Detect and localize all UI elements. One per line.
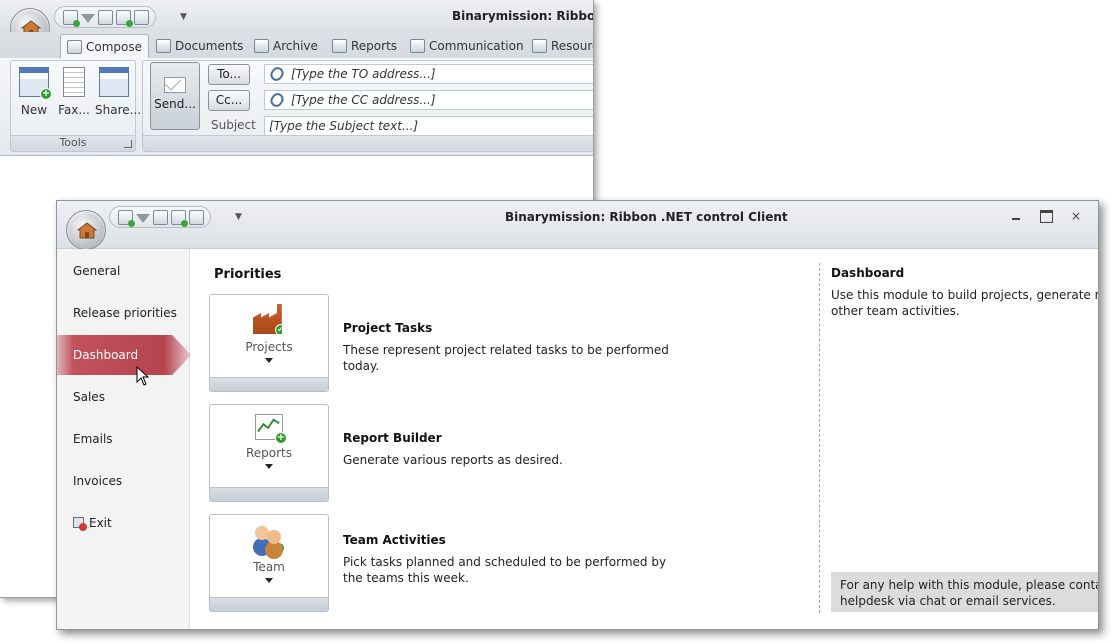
tab-reports[interactable]: Reports bbox=[326, 34, 403, 58]
sidebar-item-dashboard[interactable]: Dashboard bbox=[57, 335, 191, 375]
tab-compose[interactable]: Compose bbox=[60, 34, 150, 58]
team-button[interactable]: ✓ Team bbox=[209, 514, 329, 612]
preview-icon[interactable] bbox=[189, 209, 204, 225]
reports-button[interactable]: + Reports bbox=[209, 404, 329, 502]
new-window-icon: + bbox=[19, 67, 52, 100]
tab-communication[interactable]: Communication bbox=[404, 34, 530, 58]
tools-group: + New Fax... Share... Tools bbox=[10, 60, 141, 152]
cc-button[interactable]: Cc... bbox=[208, 90, 250, 111]
preview-icon[interactable] bbox=[134, 9, 149, 25]
add-icon[interactable] bbox=[171, 209, 188, 227]
front-window-title: Binarymission: Ribbon .NET control Clien… bbox=[505, 210, 788, 224]
priorities-title: Priorities bbox=[214, 267, 282, 282]
back-window-title: Binarymission: Ribbon .N bbox=[452, 9, 593, 23]
refresh-icon[interactable] bbox=[63, 9, 80, 27]
tab-archive[interactable]: Archive bbox=[248, 34, 324, 58]
chevron-down-icon bbox=[265, 358, 273, 363]
reports-icon bbox=[332, 39, 347, 53]
chevron-down-icon bbox=[265, 464, 273, 469]
sidebar: General Release priorities Dashboard Sal… bbox=[57, 249, 191, 629]
panel-divider bbox=[819, 263, 820, 613]
new-item-icon[interactable] bbox=[98, 9, 113, 25]
paperclip-icon bbox=[268, 65, 286, 83]
tools-group-label: Tools bbox=[11, 135, 135, 151]
refresh-icon[interactable] bbox=[118, 209, 135, 227]
dashboard-info-title: Dashboard bbox=[831, 266, 905, 280]
team-icon: ✓ bbox=[253, 524, 285, 554]
main-content: Priorities ✓ Projects Project Tasks Thes… bbox=[191, 249, 1099, 629]
mouse-cursor-icon bbox=[136, 366, 150, 386]
to-button[interactable]: To... bbox=[208, 64, 250, 85]
report-builder-description: Generate various reports as desired. bbox=[343, 453, 563, 467]
house-icon bbox=[77, 222, 97, 239]
sidebar-item-release-priorities[interactable]: Release priorities bbox=[57, 293, 190, 333]
application-orb[interactable] bbox=[66, 210, 106, 250]
sidebar-item-sales[interactable]: Sales bbox=[57, 377, 190, 417]
close-icon[interactable]: × bbox=[1065, 207, 1087, 225]
front-window: ▼ Binarymission: Ribbon .NET control Cli… bbox=[56, 200, 1099, 630]
fax-button[interactable]: Fax... bbox=[55, 67, 93, 117]
front-titlebar bbox=[57, 201, 1098, 249]
new-button[interactable]: + New bbox=[15, 67, 53, 117]
envelope-icon bbox=[164, 77, 186, 93]
compose-group-label bbox=[143, 135, 593, 151]
exit-icon bbox=[73, 517, 87, 531]
tab-resources[interactable]: Resourc bbox=[526, 34, 593, 58]
dialog-launcher-icon[interactable] bbox=[124, 140, 132, 148]
documents-icon bbox=[156, 39, 171, 53]
to-address-field[interactable]: [Type the TO address...] bbox=[264, 64, 593, 84]
sidebar-item-emails[interactable]: Emails bbox=[57, 419, 190, 459]
team-activities-title: Team Activities bbox=[343, 533, 446, 547]
chevron-down-icon bbox=[265, 578, 273, 583]
quick-access-toolbar bbox=[109, 206, 211, 228]
minimize-icon[interactable] bbox=[1005, 207, 1027, 225]
filter-icon[interactable] bbox=[81, 13, 95, 23]
paperclip-icon bbox=[268, 91, 286, 109]
archive-icon bbox=[254, 39, 269, 53]
project-tasks-description: These represent project related tasks to… bbox=[343, 343, 669, 373]
compose-icon bbox=[67, 39, 82, 54]
help-box: For any help with this module, please co… bbox=[831, 572, 1098, 612]
ribbon-tabs: Compose Documents Archive Reports Commun… bbox=[0, 32, 593, 58]
sidebar-item-invoices[interactable]: Invoices bbox=[57, 461, 190, 501]
report-builder-title: Report Builder bbox=[343, 431, 442, 445]
team-activities-description: Pick tasks planned and scheduled to be p… bbox=[343, 555, 667, 585]
share-button[interactable]: Share... bbox=[95, 67, 141, 117]
resources-icon bbox=[532, 39, 547, 53]
cc-address-field[interactable]: [Type the CC address...] bbox=[264, 90, 593, 110]
subject-field[interactable]: [Type the Subject text...] bbox=[264, 116, 593, 136]
dashboard-info-text: Use this module to build projects, gener… bbox=[831, 288, 1099, 318]
add-icon[interactable] bbox=[116, 9, 133, 27]
qat-dropdown-icon[interactable]: ▼ bbox=[180, 12, 187, 22]
sidebar-item-exit[interactable]: Exit bbox=[57, 503, 190, 543]
maximize-icon[interactable] bbox=[1035, 207, 1057, 225]
subject-label: Subject bbox=[211, 118, 256, 132]
project-tasks-title: Project Tasks bbox=[343, 321, 433, 335]
fax-document-icon bbox=[63, 67, 85, 97]
send-button[interactable]: Send... bbox=[150, 62, 200, 130]
sidebar-item-general[interactable]: General bbox=[57, 251, 190, 291]
new-item-icon[interactable] bbox=[153, 209, 168, 225]
qat-dropdown-icon[interactable]: ▼ bbox=[235, 212, 242, 222]
projects-button[interactable]: ✓ Projects bbox=[209, 294, 329, 392]
factory-icon: ✓ bbox=[253, 304, 282, 334]
quick-access-toolbar bbox=[54, 6, 156, 28]
chart-icon: + bbox=[255, 414, 287, 444]
tab-documents[interactable]: Documents bbox=[150, 34, 249, 58]
communication-icon bbox=[410, 39, 425, 53]
share-icon bbox=[99, 67, 129, 97]
filter-icon[interactable] bbox=[136, 213, 150, 223]
